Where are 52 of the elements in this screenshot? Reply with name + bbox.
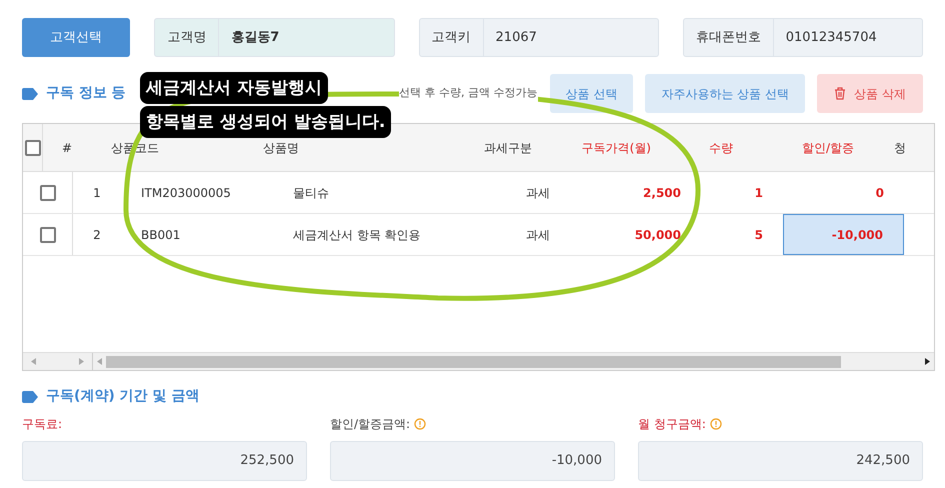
field-label: 고객명 bbox=[155, 19, 220, 56]
column-header: # bbox=[62, 140, 72, 156]
table-cell-text: 세금계산서 항목 확인용 bbox=[292, 226, 422, 244]
column-header: 청 bbox=[894, 140, 906, 156]
table-cell-text: 과세 bbox=[525, 184, 551, 202]
customer-select-button[interactable]: 고객선택 bbox=[22, 18, 130, 57]
info-icon bbox=[414, 418, 426, 430]
tag-icon bbox=[22, 88, 38, 100]
field-label: 고객키 bbox=[420, 19, 484, 56]
hint-text: 선택 후 수량, 금액 수정가능 bbox=[399, 85, 538, 102]
column-header: 수량 bbox=[709, 140, 733, 156]
annotation-text: 항목별로 생성되어 발송됩니다. bbox=[140, 106, 392, 138]
table-cell: -10,000 bbox=[783, 214, 904, 255]
field-label: 휴대폰번호 bbox=[684, 19, 774, 56]
table-cell-text: 과세 bbox=[525, 226, 551, 244]
column-header: 할인/할증 bbox=[802, 140, 854, 156]
table-cell-text: 1 bbox=[92, 184, 102, 202]
table-cell-text: 0 bbox=[874, 184, 885, 202]
table-cell-text: 50,000 bbox=[634, 226, 682, 244]
table-cell-text: 2,500 bbox=[642, 184, 682, 202]
table-cell-text: 2 bbox=[92, 226, 102, 244]
field-label: 할인/할증금액: bbox=[330, 415, 426, 433]
table-cell-text: 5 bbox=[754, 226, 764, 244]
field-label: 구독료: bbox=[22, 416, 62, 433]
checkbox[interactable] bbox=[24, 140, 40, 156]
field-value: 21067 bbox=[494, 28, 538, 47]
product-select-button[interactable]: 상품 선택 bbox=[550, 74, 634, 113]
table-cell-text: ITM203000005 bbox=[140, 184, 232, 202]
tag-icon bbox=[22, 390, 38, 402]
column-header: 과세구분 bbox=[484, 140, 532, 156]
amount-field[interactable]: 242,500 bbox=[638, 441, 923, 481]
scroll-right-icon[interactable] bbox=[925, 358, 930, 365]
table-cell-text: 물티슈 bbox=[292, 184, 330, 202]
field-label: 월 청구금액: bbox=[638, 415, 722, 433]
trash-icon bbox=[834, 87, 846, 100]
checkbox[interactable] bbox=[40, 226, 56, 242]
amount-field[interactable]: -10,000 bbox=[330, 441, 615, 481]
table-cell-text: BB001 bbox=[140, 226, 182, 244]
table-cell-text: 1 bbox=[754, 184, 764, 202]
column-header: 상품명 bbox=[263, 140, 299, 156]
section-title: 구독(계약) 기간 및 금액 bbox=[46, 387, 200, 406]
checkbox[interactable] bbox=[40, 184, 56, 200]
field-value: 홍길동7 bbox=[230, 28, 280, 47]
amount-field[interactable]: 252,500 bbox=[22, 441, 307, 481]
delete-product-button[interactable]: 상품 삭제 bbox=[817, 74, 923, 113]
section-title: 구독 정보 등 bbox=[46, 84, 126, 103]
scrollbar-thumb[interactable] bbox=[106, 356, 841, 368]
product-select-button[interactable]: 자주사용하는 상품 선택 bbox=[645, 74, 805, 113]
column-header: 구독가격(월) bbox=[582, 140, 651, 156]
info-icon bbox=[710, 418, 722, 430]
field-value: 01012345704 bbox=[784, 28, 878, 47]
annotation-text: 세금계산서 자동발행시 bbox=[140, 72, 328, 104]
